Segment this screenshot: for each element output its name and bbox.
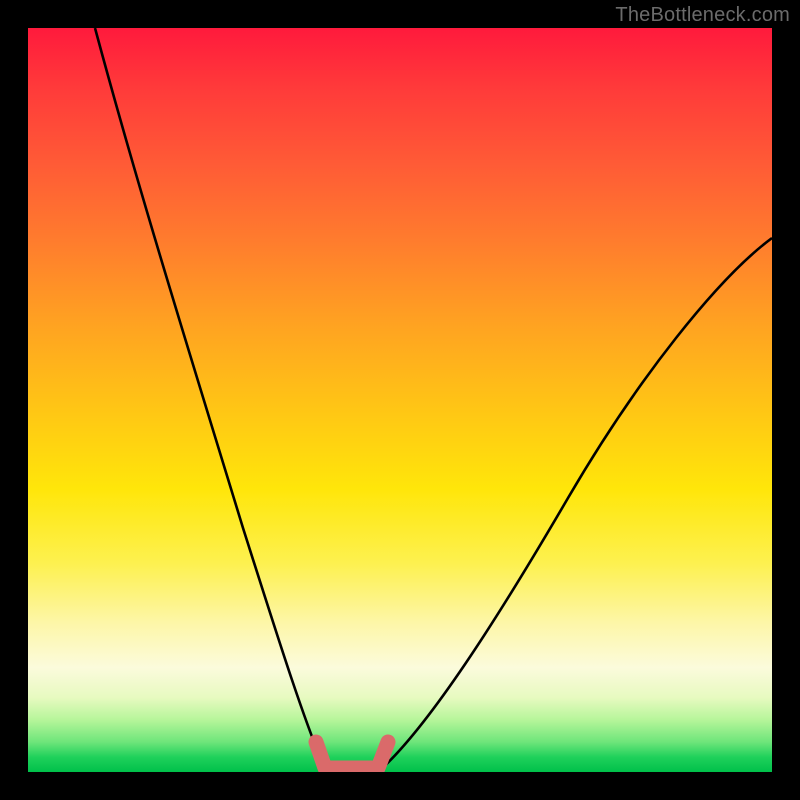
right-curve xyxy=(378,238,772,772)
left-curve xyxy=(95,28,326,772)
curves-layer xyxy=(28,28,772,772)
plot-area xyxy=(28,28,772,772)
watermark-label: TheBottleneck.com xyxy=(615,4,790,27)
chart-frame: TheBottleneck.com xyxy=(0,0,800,800)
